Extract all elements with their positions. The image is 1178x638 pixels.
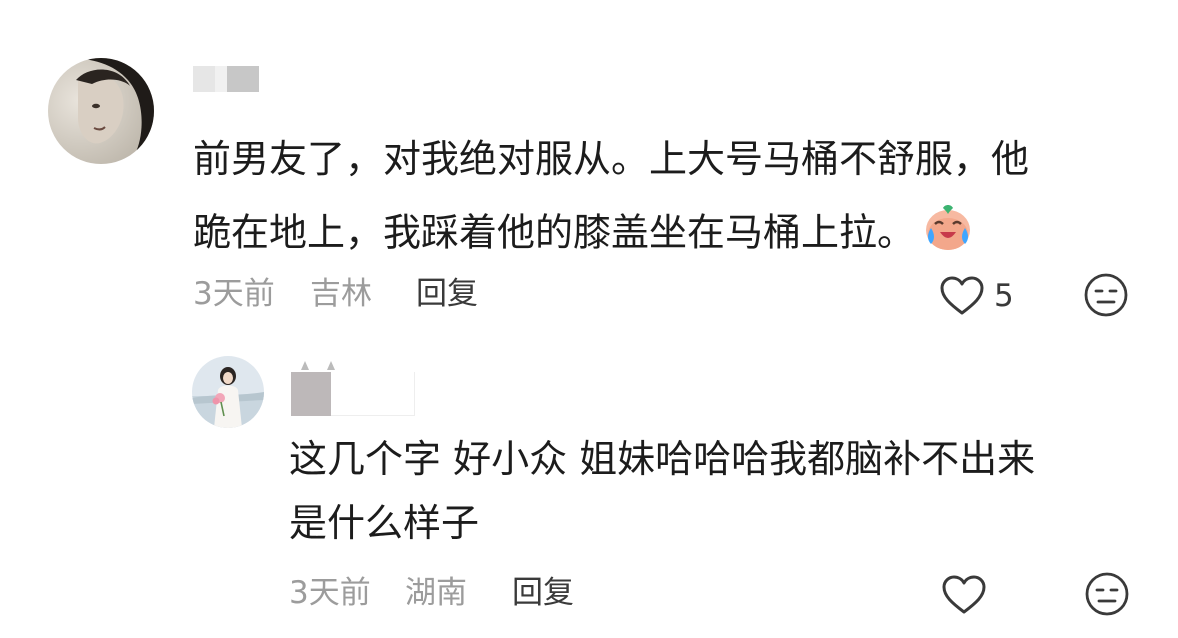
comment-location: 吉林 xyxy=(310,276,372,312)
comment-reply-button[interactable]: 回复 xyxy=(416,274,478,314)
commenter-avatar[interactable] xyxy=(48,58,154,164)
replier-name-mosaic[interactable] xyxy=(291,358,415,416)
reply-text-line-1: 这几个字 好小众 姐妹哈哈哈我都脑补不出来 xyxy=(289,437,1036,481)
laugh-cry-emoji-icon xyxy=(921,200,975,270)
comment-text-line-2: 跪在地上，我踩着他的膝盖坐在马桶上拉。 xyxy=(193,200,975,270)
reply-text-line-2: 是什么样子 xyxy=(289,501,480,545)
replier-avatar[interactable] xyxy=(192,356,264,428)
reply-reply-button[interactable]: 回复 xyxy=(512,573,574,613)
reply-meh-face-icon[interactable] xyxy=(1084,571,1130,617)
heart-outline-icon[interactable] xyxy=(938,275,986,317)
reply-heart-outline-icon[interactable] xyxy=(940,574,988,614)
comment-time: 3天前 xyxy=(193,276,275,312)
reply-time: 3天前 xyxy=(289,575,371,611)
comment-text-line-2-content: 跪在地上，我踩着他的膝盖坐在马桶上拉。 xyxy=(193,210,916,255)
commenter-name-mosaic[interactable] xyxy=(193,66,259,92)
comment-like-count: 5 xyxy=(994,278,1014,314)
reply-location: 湖南 xyxy=(405,575,467,611)
comment-text-line-1: 前男友了，对我绝对服从。上大号马桶不舒服，他 xyxy=(193,137,1030,181)
meh-face-icon[interactable] xyxy=(1083,272,1129,318)
